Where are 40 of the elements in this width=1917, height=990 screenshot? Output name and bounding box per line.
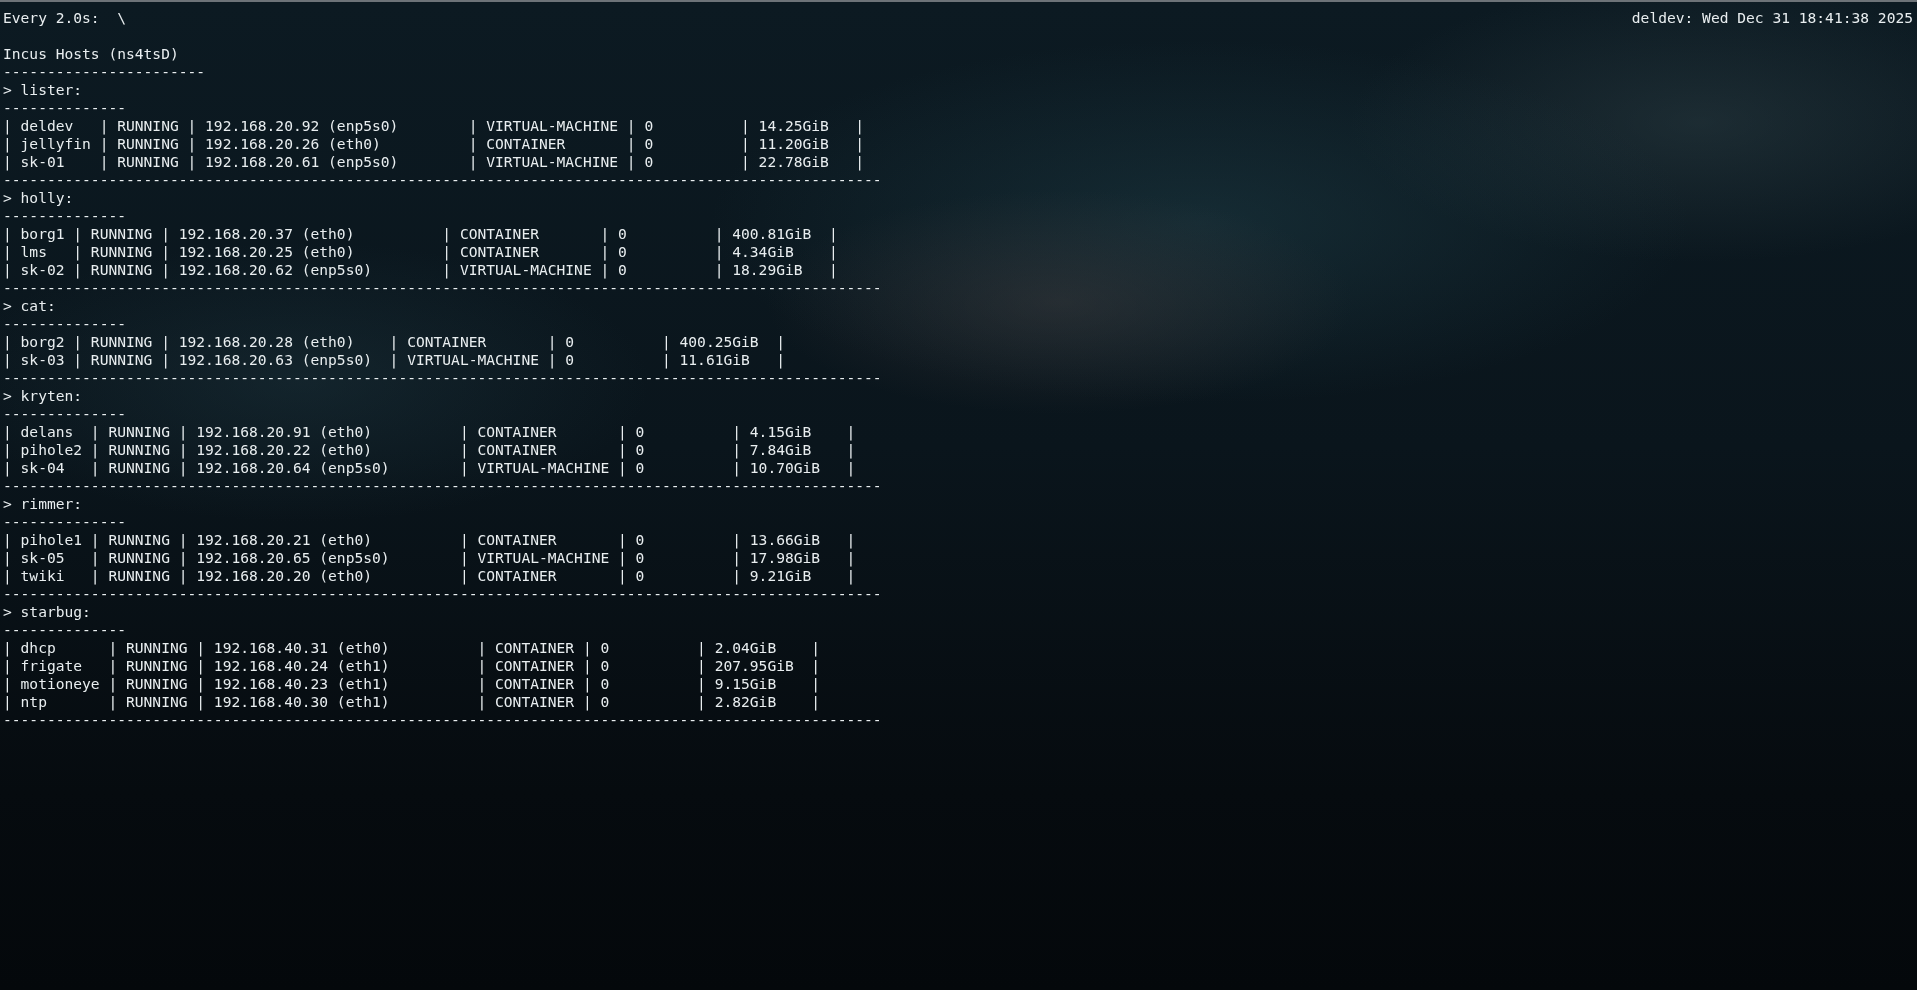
dashed-rule: --------------	[3, 405, 126, 423]
instance-row: | sk-01 | RUNNING | 192.168.20.61 (enp5s0) | VIRTUAL-MACHINE | 0 | 22.78GiB |	[3, 153, 865, 171]
instance-row: | lms | RUNNING | 192.168.20.25 (eth0) | CONTAINER | 0 | 4.34GiB |	[3, 243, 838, 261]
host-heading: > lister:	[3, 81, 83, 99]
instance-row: | motioneye | RUNNING | 192.168.40.23 (eth1) | CONTAINER | 0 | 9.15GiB |	[3, 675, 821, 693]
instance-row: | pihole2 | RUNNING | 192.168.20.22 (eth0) | CONTAINER | 0 | 7.84GiB |	[3, 441, 856, 459]
dashed-rule: -----------------------	[3, 63, 206, 81]
dashed-rule: ----------------------------------------------------------------------------------------------------	[3, 279, 882, 297]
instance-row: | pihole1 | RUNNING | 192.168.20.21 (eth0) | CONTAINER | 0 | 13.66GiB |	[3, 531, 856, 549]
dashed-rule: --------------	[3, 99, 126, 117]
dashed-rule: --------------	[3, 621, 126, 639]
instance-row: | jellyfin | RUNNING | 192.168.20.26 (eth0) | CONTAINER | 0 | 11.20GiB |	[3, 135, 865, 153]
instance-row: | ntp | RUNNING | 192.168.40.30 (eth1) | CONTAINER | 0 | 2.82GiB |	[3, 693, 821, 711]
dashed-rule: --------------	[3, 207, 126, 225]
instance-row: | twiki | RUNNING | 192.168.20.20 (eth0) | CONTAINER | 0 | 9.21GiB |	[3, 567, 856, 585]
section-title: Incus Hosts (ns4tsD)	[3, 45, 179, 63]
host-heading: > holly:	[3, 189, 74, 207]
clock-text: deldev: Wed Dec 31 18:41:38 2025	[1631, 9, 1913, 27]
instance-row: | deldev | RUNNING | 192.168.20.92 (enp5s0) | VIRTUAL-MACHINE | 0 | 14.25GiB |	[3, 117, 865, 135]
dashed-rule: ----------------------------------------------------------------------------------------------------	[3, 171, 882, 189]
instance-row: | sk-04 | RUNNING | 192.168.20.64 (enp5s0) | VIRTUAL-MACHINE | 0 | 10.70GiB |	[3, 459, 856, 477]
dashed-rule: ----------------------------------------------------------------------------------------------------	[3, 477, 882, 495]
dashed-rule: ----------------------------------------------------------------------------------------------------	[3, 369, 882, 387]
dashed-rule: --------------	[3, 513, 126, 531]
instance-row: | dhcp | RUNNING | 192.168.40.31 (eth0) | CONTAINER | 0 | 2.04GiB |	[3, 639, 821, 657]
dashed-rule: --------------	[3, 315, 126, 333]
instance-row: | sk-03 | RUNNING | 192.168.20.63 (enp5s0) | VIRTUAL-MACHINE | 0 | 11.61GiB |	[3, 351, 785, 369]
instance-row: | borg1 | RUNNING | 192.168.20.37 (eth0) | CONTAINER | 0 | 400.81GiB |	[3, 225, 838, 243]
dashed-rule: ----------------------------------------------------------------------------------------------------	[3, 585, 882, 603]
dashed-rule: ----------------------------------------------------------------------------------------------------	[3, 711, 882, 729]
instance-row: | delans | RUNNING | 192.168.20.91 (eth0) | CONTAINER | 0 | 4.15GiB |	[3, 423, 856, 441]
host-heading: > cat:	[3, 297, 56, 315]
watch-command: Every 2.0s: \	[3, 9, 126, 27]
instance-row: | borg2 | RUNNING | 192.168.20.28 (eth0) | CONTAINER | 0 | 400.25GiB |	[3, 333, 785, 351]
instance-row: | frigate | RUNNING | 192.168.40.24 (eth1) | CONTAINER | 0 | 207.95GiB |	[3, 657, 821, 675]
instance-row: | sk-02 | RUNNING | 192.168.20.62 (enp5s0) | VIRTUAL-MACHINE | 0 | 18.29GiB |	[3, 261, 838, 279]
instance-row: | sk-05 | RUNNING | 192.168.20.65 (enp5s0) | VIRTUAL-MACHINE | 0 | 17.98GiB |	[3, 549, 856, 567]
host-heading: > rimmer:	[3, 495, 83, 513]
host-heading: > starbug:	[3, 603, 91, 621]
host-heading: > kryten:	[3, 387, 83, 405]
